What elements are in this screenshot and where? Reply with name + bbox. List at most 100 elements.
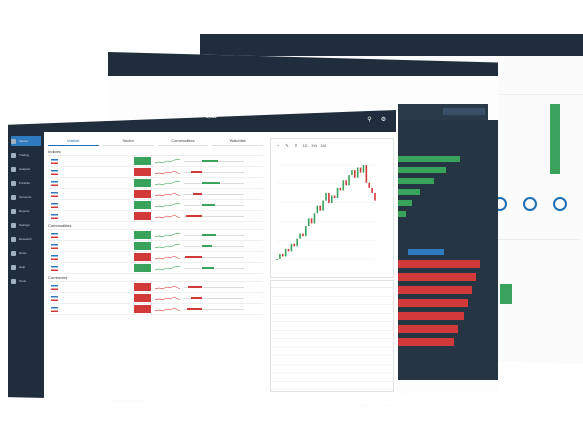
candle [345,180,347,186]
sidebar-label: Analysis [19,167,31,171]
table-row[interactable] [48,293,263,304]
tab-commodities[interactable]: Commodities [157,136,209,146]
info-row [271,348,393,356]
info-title [271,281,393,288]
sidebar-icon [11,152,16,158]
candle [305,225,307,237]
candle [351,170,353,176]
table-row[interactable] [48,263,263,274]
range-bar [184,179,244,187]
candle [328,192,330,204]
topbar-stat: 2,431.18 [92,114,109,119]
price-chart[interactable] [271,139,393,277]
table-row[interactable] [48,241,263,252]
range-bar [184,264,244,272]
candle [316,205,319,214]
sidebar-item[interactable]: Reports [11,206,41,216]
tab-sector[interactable]: Sector [102,136,154,146]
sidebar-label: Research [19,237,32,241]
flag-icon [51,158,58,164]
mid-green-bar [398,200,412,206]
sidebar-label: Help [19,265,26,269]
sidebar-label: Settings [19,223,30,227]
table-row[interactable] [48,178,263,189]
info-row [271,382,393,390]
sidebar-label: Market [19,139,29,143]
sidebar-item[interactable]: Analysis [11,164,41,174]
sidebar-label: Trading [19,153,30,157]
sidebar-item[interactable]: News [11,248,41,258]
change-badge [133,201,152,209]
candle [365,165,368,183]
change-badge [133,283,152,291]
mid-red-bar [398,260,480,268]
tab-watchlist[interactable]: Watchlist [212,136,263,146]
sidebar-item[interactable]: Research [11,234,41,244]
table-row[interactable] [48,252,263,263]
flag-icon [51,306,58,312]
candle [325,192,327,201]
tab-market[interactable]: Market [48,136,99,146]
mid-green-bar [398,211,406,217]
search-icon[interactable]: ⚲ [366,117,373,124]
mid-green-bar [398,156,460,162]
settings-icon[interactable]: ⚙ [380,117,387,124]
table-row[interactable] [48,282,263,293]
candle [296,238,298,247]
sidebar-label: Accounts [19,195,32,199]
table-row[interactable] [48,156,263,167]
change-badge [133,179,152,187]
sidebar-label: News [19,251,27,255]
table-row[interactable] [48,189,263,200]
candle [330,195,333,204]
section-title: Currencies [48,274,263,282]
candle [293,243,296,247]
candle [279,253,281,259]
mid-dropdown[interactable] [443,108,485,115]
sidebar-item[interactable]: Help [11,262,41,272]
range-bar [184,242,244,250]
change-badge [133,168,152,176]
flag-icon [51,169,58,175]
market-table: Indices Commodities Currencies [48,148,263,315]
sidebar-item[interactable]: Settings [11,220,41,230]
candle [302,233,304,237]
sidebar-item[interactable]: Portfolio [11,178,41,188]
table-row[interactable] [48,167,263,178]
tab-bar: Market Sector Commodities Watchlist [48,136,263,146]
candle [374,192,376,201]
range-bar [184,294,244,302]
flag-icon [51,191,58,197]
candle [359,167,362,173]
sidebar-item[interactable]: Market [11,136,41,146]
sidebar-item[interactable]: Tools [11,276,41,286]
info-row [271,305,393,314]
back-small-bar [500,284,512,304]
candle [322,200,324,211]
table-row[interactable] [48,211,263,222]
sidebar-item[interactable]: Trading [11,150,41,160]
flag-icon [51,232,58,238]
info-row [271,297,393,305]
candle [356,167,359,178]
table-row[interactable] [48,304,263,315]
sidebar-icon [11,278,16,284]
flag-icon [51,213,58,219]
sidebar-icon [11,250,16,256]
mid-red-bar [398,312,464,320]
mid-button[interactable] [408,249,444,255]
scene: CTY 2,431.18 152.56 45.46 5,654 ⚲ ⚙ Mark… [0,0,583,446]
sidebar-label: Reports [19,209,30,213]
section-title: Indices [48,148,263,156]
candle [299,233,301,239]
info-row [271,373,393,382]
sidebar-item[interactable]: Accounts [11,192,41,202]
sparkline [155,170,181,175]
table-row[interactable] [48,230,263,241]
change-badge [133,253,152,261]
mid-red-bar [398,338,454,346]
info-row [271,331,393,339]
sparkline [155,232,181,238]
table-row[interactable] [48,200,263,211]
sparkline [155,214,181,219]
